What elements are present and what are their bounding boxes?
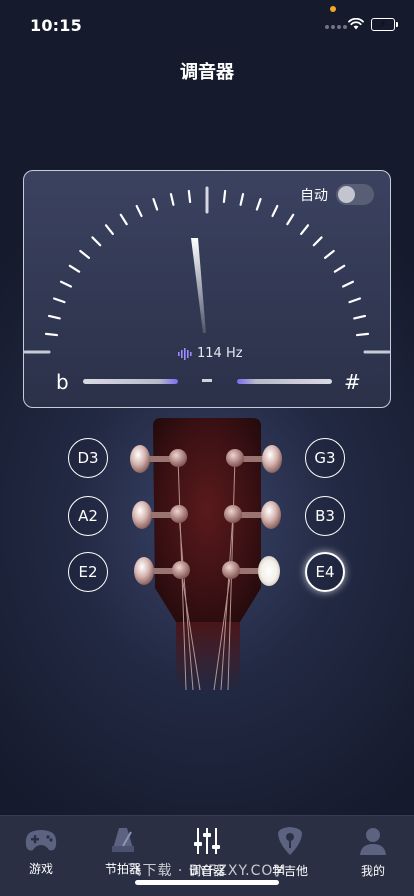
tuner-sliders-icon xyxy=(194,828,220,854)
home-indicator xyxy=(135,880,279,885)
metronome-icon xyxy=(112,828,134,852)
watermark-text: 飞下载 · BYFZXY.COM xyxy=(127,863,287,879)
string-button-right-1[interactable]: B3 xyxy=(305,496,345,536)
user-icon xyxy=(360,828,386,855)
headstock-body xyxy=(153,418,261,622)
string-button-right-2[interactable]: E4 xyxy=(305,552,345,592)
string-button-left-0[interactable]: D3 xyxy=(68,438,108,478)
string-button-left-2[interactable]: E2 xyxy=(68,552,108,592)
string-button-left-1[interactable]: A2 xyxy=(68,496,108,536)
guitar-pick-icon xyxy=(278,827,302,855)
selected-peg-glow xyxy=(258,556,280,586)
guitar-headstock xyxy=(130,418,282,691)
gamepad-icon xyxy=(25,830,57,851)
string-button-right-0[interactable]: G3 xyxy=(305,438,345,478)
